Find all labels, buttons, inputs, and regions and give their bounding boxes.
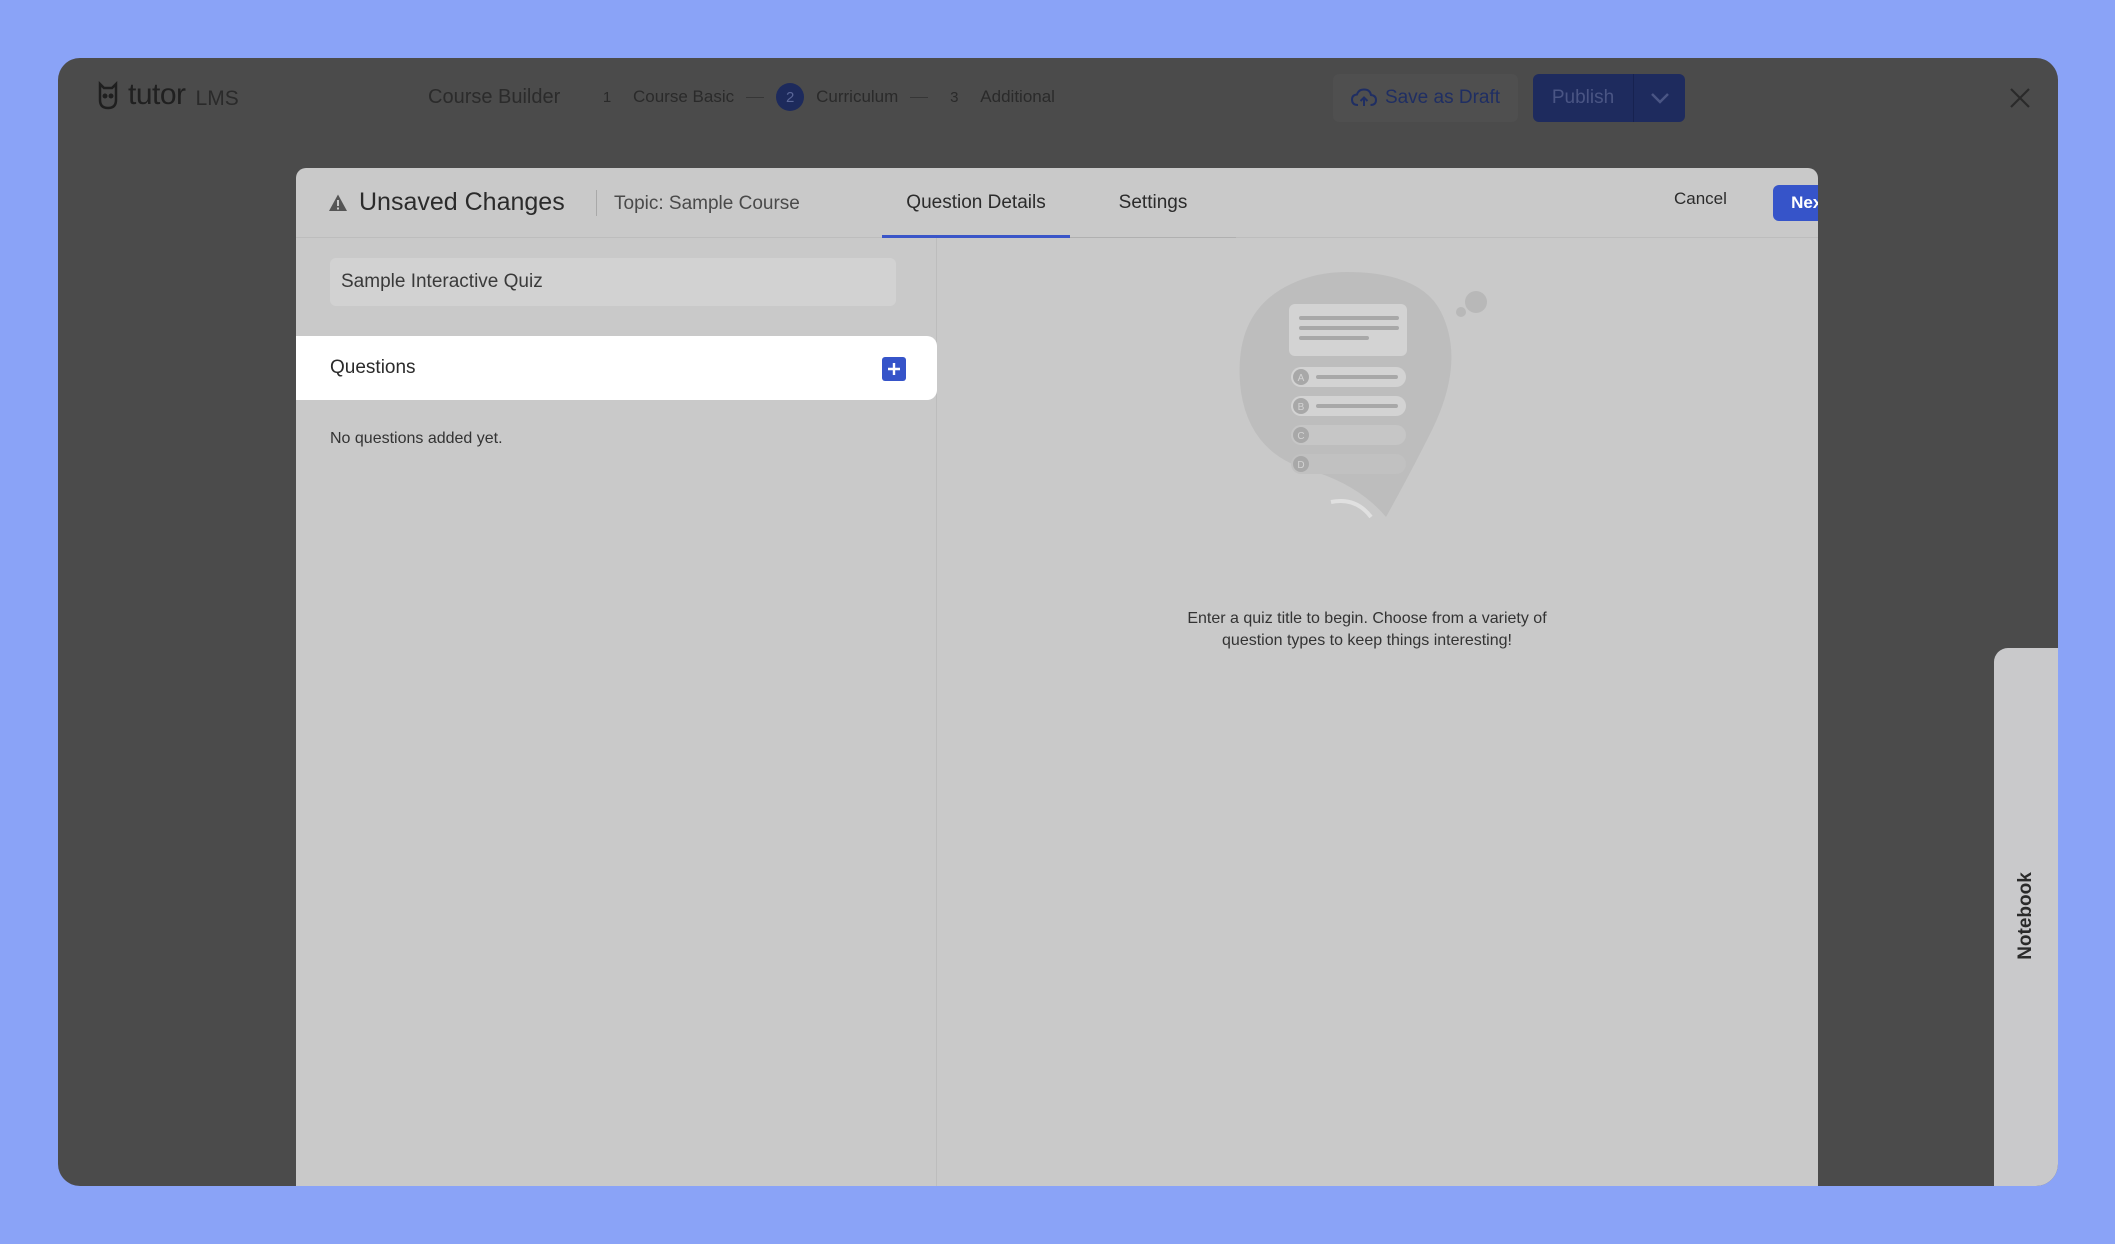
quiz-modal: Unsaved Changes Topic: Sample Course Que… bbox=[296, 168, 1818, 1186]
quiz-illustration: A B C D bbox=[1239, 272, 1487, 519]
step-1-label[interactable]: Course Basic bbox=[633, 87, 734, 107]
step-3-number[interactable]: 3 bbox=[940, 83, 968, 111]
plus-icon bbox=[888, 363, 900, 375]
publish-label: Publish bbox=[1551, 87, 1615, 108]
cancel-button[interactable]: Cancel bbox=[1674, 189, 1727, 209]
quiz-title-input[interactable] bbox=[330, 258, 896, 306]
notebook-label: Notebook bbox=[2015, 872, 2036, 960]
step-separator bbox=[910, 96, 929, 98]
publish-button[interactable]: Publish bbox=[1533, 74, 1685, 122]
save-as-draft-label: Save as Draft bbox=[1384, 87, 1501, 108]
questions-panel: Questions No questions added yet. bbox=[296, 238, 937, 1186]
app-window: tutor LMS Course Builder 1 Course Basic … bbox=[58, 58, 2058, 1186]
top-bar: tutor LMS Course Builder 1 Course Basic … bbox=[58, 58, 2058, 138]
option-letter: A bbox=[1298, 373, 1305, 384]
step-2-number[interactable]: 2 bbox=[776, 83, 805, 111]
next-button[interactable]: Next bbox=[1773, 185, 1818, 221]
empty-state-message: Enter a quiz title to begin. Choose from… bbox=[1187, 610, 1547, 649]
step-1-number[interactable]: 1 bbox=[593, 83, 621, 111]
brand-suffix: LMS bbox=[195, 87, 239, 110]
close-icon[interactable] bbox=[2008, 86, 2032, 110]
option-letter: B bbox=[1298, 402, 1305, 413]
warning-icon bbox=[329, 194, 347, 211]
tab-settings[interactable]: Settings bbox=[1070, 168, 1236, 238]
step-3-label[interactable]: Additional bbox=[980, 87, 1055, 107]
owl-logo-icon bbox=[98, 80, 118, 110]
header-divider bbox=[596, 190, 597, 216]
chevron-down-icon bbox=[1650, 93, 1669, 104]
option-letter: D bbox=[1297, 460, 1304, 471]
topic-label: Topic: Sample Course bbox=[614, 193, 800, 214]
course-builder-title: Course Builder bbox=[428, 86, 561, 108]
questions-label: Questions bbox=[330, 357, 416, 378]
add-question-button[interactable] bbox=[882, 357, 906, 381]
step-2-label[interactable]: Curriculum bbox=[816, 87, 898, 107]
modal-header: Unsaved Changes Topic: Sample Course Que… bbox=[296, 168, 1818, 238]
step-separator bbox=[746, 96, 765, 98]
tab-question-details[interactable]: Question Details bbox=[882, 168, 1070, 238]
notebook-side-tab[interactable]: Notebook bbox=[1994, 648, 2058, 1186]
save-as-draft-button[interactable]: Save as Draft bbox=[1333, 74, 1518, 122]
question-details-panel: A B C D Enter a quiz title to begin. Cho… bbox=[937, 238, 1818, 1186]
unsaved-changes-status: Unsaved Changes bbox=[359, 188, 565, 216]
option-letter: C bbox=[1297, 431, 1304, 442]
brand-name: tutor bbox=[128, 78, 186, 111]
publish-dropdown-toggle[interactable] bbox=[1634, 92, 1685, 104]
step-indicator: 1 Course Basic 2 Curriculum 3 Additional bbox=[593, 83, 1055, 111]
empty-questions-message: No questions added yet. bbox=[330, 430, 503, 447]
cloud-upload-icon bbox=[1350, 88, 1377, 106]
logo: tutor LMS bbox=[96, 78, 239, 112]
questions-header-card: Questions bbox=[296, 336, 937, 400]
